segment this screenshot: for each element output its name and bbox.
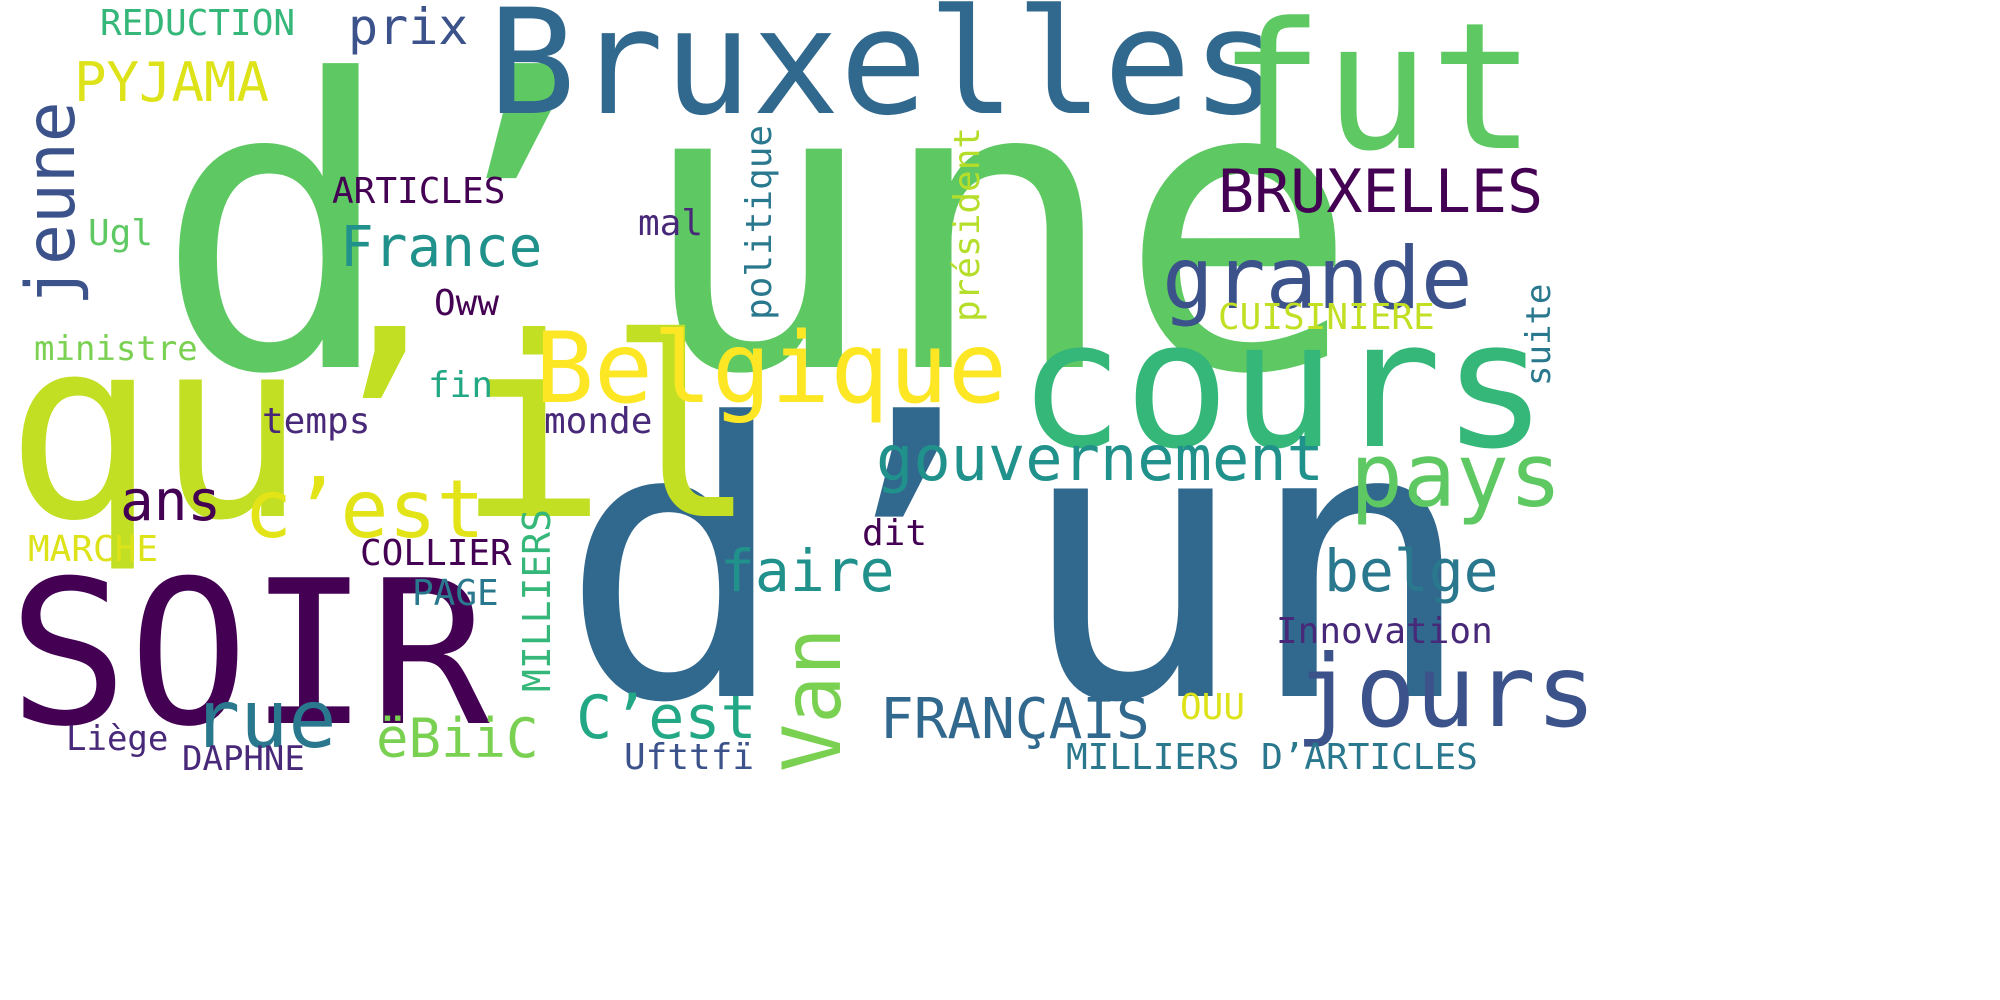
word-gouvernement: gouvernement	[876, 422, 1324, 495]
word-jours: jours	[1295, 633, 1597, 750]
word-suite: suite	[1519, 283, 1559, 386]
word-milliers-d-articles: MILLIERS D’ARTICLES	[1066, 737, 1478, 778]
word-ouu: OUU	[1180, 687, 1246, 728]
word-reduction: REDUCTION	[100, 3, 296, 44]
word-pyjama: PYJAMA	[74, 51, 270, 114]
word-cuisiniere: CUISINIERE	[1218, 297, 1435, 338]
word-daphne: DAPHNE	[182, 739, 305, 779]
word-page: PAGE	[412, 573, 499, 614]
word-innovation: Innovation	[1276, 611, 1493, 652]
word-van: Van	[766, 627, 859, 773]
word-jeune: jeune	[12, 101, 91, 306]
word-cloud: d’une d’un qu’il SOIR Bruxelles fut cour…	[0, 0, 2000, 1000]
word-fut: fut	[1218, 0, 1536, 190]
word-belge: belge	[1324, 537, 1499, 605]
word-pays: pays	[1350, 424, 1562, 527]
word-milliers: MILLIERS	[515, 508, 559, 692]
word-articles: ARTICLES	[332, 171, 506, 212]
word-prix: prix	[348, 0, 469, 56]
word-president: président	[947, 126, 988, 322]
word-ebiic: ëBiiC	[376, 707, 539, 770]
word-marche: MARCHE	[28, 529, 159, 570]
word-ufttfi: Ufttfï	[624, 737, 755, 778]
word-ugl: Ugl	[88, 213, 154, 254]
word-france: France	[340, 215, 543, 280]
word-oww: Oww	[434, 283, 500, 324]
word-dit: dit	[862, 513, 928, 554]
word-ministre: ministre	[34, 329, 198, 369]
word-temps: temps	[262, 401, 371, 442]
word-ans: ans	[120, 469, 222, 534]
word-bruxelles-caps: BRUXELLES	[1218, 157, 1544, 227]
word-politique: politique	[739, 124, 780, 320]
word-bruxelles: Bruxelles	[488, 0, 1280, 148]
word-collier: COLLIER	[360, 533, 512, 574]
word-mal: mal	[638, 203, 704, 244]
word-monde: monde	[544, 401, 653, 442]
word-liege: Liège	[66, 719, 169, 759]
word-fin: fin	[428, 365, 494, 406]
